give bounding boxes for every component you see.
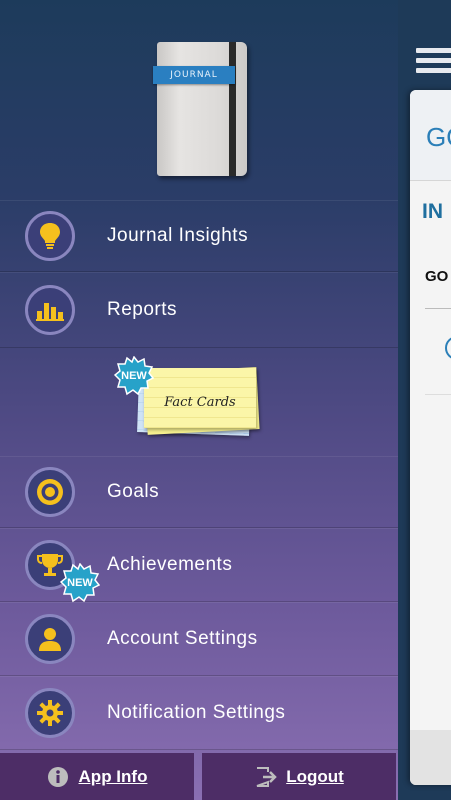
menu-item-notification-settings[interactable]: Notification Settings bbox=[0, 676, 398, 750]
journal-strap bbox=[229, 42, 236, 176]
content-footer bbox=[410, 730, 451, 785]
logout-label: Logout bbox=[286, 766, 344, 786]
menu-item-goals[interactable]: Goals bbox=[0, 456, 398, 528]
info-icon bbox=[47, 766, 68, 787]
menu-label-journal-insights: Journal Insights bbox=[107, 225, 249, 246]
menu-label-achievements: Achievements bbox=[107, 554, 233, 575]
lightbulb-icon bbox=[25, 211, 75, 261]
menu-label-reports: Reports bbox=[107, 299, 178, 320]
menu-hamburger-icon[interactable] bbox=[416, 48, 451, 74]
main-content-panel: GO IN GO bbox=[410, 90, 451, 785]
content-section-title: IN bbox=[422, 200, 443, 223]
content-header-title: GO bbox=[426, 122, 451, 152]
journal-book-image: JOURNAL bbox=[153, 42, 247, 176]
menu-item-reports[interactable]: Reports bbox=[0, 272, 398, 348]
bar-chart-icon bbox=[25, 285, 75, 335]
menu-item-journal-insights[interactable]: Journal Insights bbox=[0, 200, 398, 272]
progress-ring bbox=[445, 336, 451, 360]
content-row-label: GO bbox=[425, 268, 449, 285]
content-header: GO bbox=[410, 90, 451, 181]
journal-logo: JOURNAL bbox=[153, 42, 249, 178]
fact-cards-label: Fact Cards bbox=[164, 394, 236, 410]
app-info-button[interactable]: App Info bbox=[0, 753, 194, 800]
journal-label: JOURNAL bbox=[153, 66, 235, 84]
menu-label-notification-settings: Notification Settings bbox=[107, 702, 286, 723]
navigation-drawer: JOURNAL Journal Insights Reports Fact Ca… bbox=[0, 0, 398, 800]
menu-label-account-settings: Account Settings bbox=[107, 628, 258, 649]
new-badge-label: NEW bbox=[67, 577, 93, 589]
gear-icon bbox=[25, 688, 75, 738]
menu-item-account-settings[interactable]: Account Settings bbox=[0, 602, 398, 676]
logout-button[interactable]: Logout bbox=[202, 753, 396, 800]
new-badge-fact-cards: NEW bbox=[114, 356, 154, 396]
target-icon bbox=[25, 467, 75, 517]
new-badge-achievements: NEW bbox=[60, 563, 100, 603]
divider bbox=[425, 394, 451, 395]
divider bbox=[425, 308, 451, 309]
app-info-label: App Info bbox=[78, 766, 148, 786]
new-badge-label: NEW bbox=[121, 370, 147, 382]
logout-icon bbox=[256, 766, 277, 787]
menu-label-goals: Goals bbox=[107, 481, 160, 502]
fact-cards-button[interactable]: Fact Cards bbox=[144, 368, 256, 428]
person-icon bbox=[25, 614, 75, 664]
